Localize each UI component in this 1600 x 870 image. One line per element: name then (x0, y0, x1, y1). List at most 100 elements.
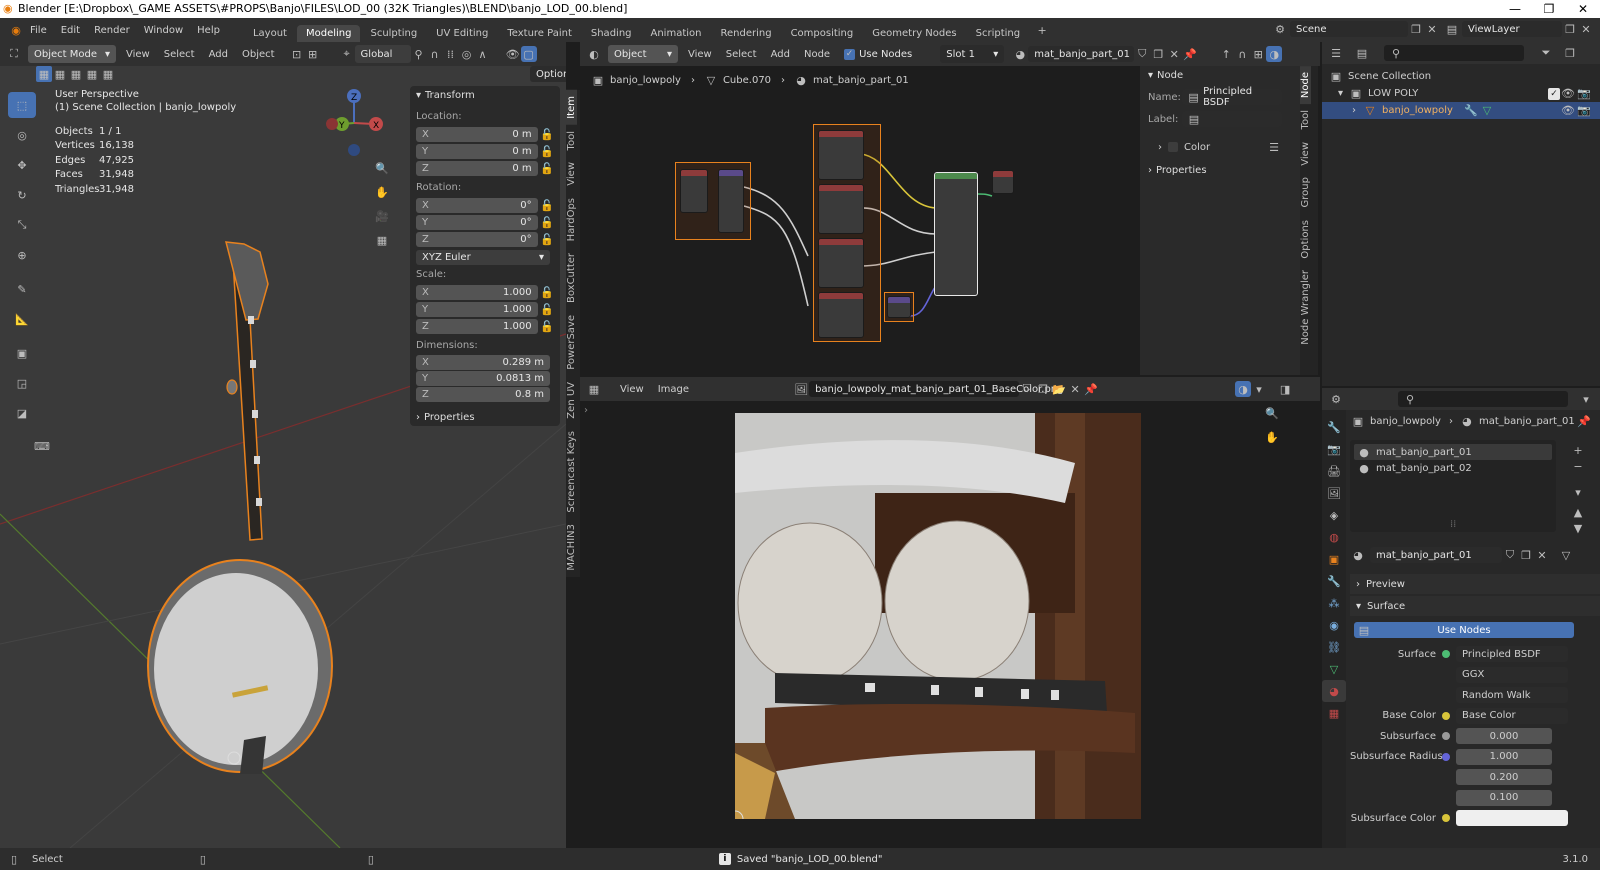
scale-x-field[interactable]: X 1.000 (416, 284, 538, 300)
workspace-tab-sculpting[interactable]: Sculpting (361, 25, 426, 42)
node-properties-toggle[interactable]: Properties (1156, 165, 1207, 176)
render-tab-icon[interactable]: 📷 (1322, 438, 1346, 460)
color-toggle[interactable]: Color (1184, 142, 1210, 153)
pan-hand-icon[interactable]: ✋ (374, 184, 390, 200)
unlink-material-icon[interactable]: ✕ (1534, 547, 1550, 563)
workspace-tab-rendering[interactable]: Rendering (711, 25, 780, 42)
fake-user-icon[interactable]: ⛉ (1019, 381, 1035, 397)
preview-panel-header[interactable]: › Preview (1350, 574, 1600, 594)
measure-tool-icon[interactable]: 📐 (8, 306, 36, 332)
material-selector[interactable]: mat_banjo_part_01 (1370, 547, 1502, 563)
image-texture-node-3[interactable] (818, 238, 864, 288)
visibility-icon[interactable]: 👁 (505, 46, 521, 62)
property-value-field[interactable] (1456, 810, 1568, 827)
output-tab-icon[interactable]: 🖨 (1322, 460, 1346, 482)
sidebar-toggle-icon[interactable]: ◨ (1277, 381, 1293, 397)
image-menu-image[interactable]: Image (658, 384, 689, 395)
zoom-icon[interactable]: 🔍 (1264, 405, 1280, 421)
outliner-row-banjo-lowpoly[interactable]: › ▽ banjo_lowpoly 🔧 ▽ 👁 📷 (1322, 102, 1600, 119)
node-name-field[interactable]: ▤ Principled BSDF (1182, 86, 1282, 108)
mapping-node[interactable] (718, 169, 744, 233)
cursor-tool-icon[interactable]: ◎ (8, 122, 36, 148)
scale-z-field[interactable]: Z 1.000 (416, 318, 538, 334)
sidebar-tab-zen-uv[interactable]: Zen UV (566, 376, 577, 425)
link-dropdown-icon[interactable]: ▽ (1558, 547, 1574, 563)
boxcutter-tool-icon[interactable]: ◲ (8, 370, 36, 396)
editor-type-icon[interactable]: ⛶ (6, 46, 22, 62)
editor-type-icon[interactable]: ◐ (586, 46, 602, 62)
fake-user-icon[interactable]: ⛉ (1134, 46, 1150, 62)
hardops-tool-icon[interactable]: ◪ (8, 400, 36, 426)
sidebar-tab-boxcutter[interactable]: BoxCutter (566, 247, 577, 309)
physics-tab-icon[interactable]: ◉ (1322, 614, 1346, 636)
camera-icon[interactable]: 🎥 (374, 208, 390, 224)
editor-type-icon[interactable]: ⚙ (1328, 391, 1344, 407)
duplicate-material-icon[interactable]: ❐ (1518, 547, 1534, 563)
magnet-icon[interactable]: ∩ (427, 46, 443, 62)
select-extend-icon[interactable]: ▦ (52, 66, 68, 82)
scene-selector[interactable]: Scene (1290, 21, 1408, 37)
display-mode-icon[interactable]: ▤ (1354, 45, 1370, 61)
surface-panel-header[interactable]: ▾ Surface (1350, 596, 1600, 616)
workspace-tab-modeling[interactable]: Modeling (296, 25, 361, 42)
workspace-tab-texture-paint[interactable]: Texture Paint (498, 25, 581, 42)
viewport-menu-view[interactable]: View (126, 49, 150, 60)
dimensions-y-field[interactable]: Y 0.0813 m (416, 371, 550, 386)
rotation-mode-dropdown[interactable]: XYZ Euler ▾ (416, 250, 550, 265)
options-dropdown[interactable]: Options▾ (530, 66, 566, 82)
workspace-tab-geometry-nodes[interactable]: Geometry Nodes (863, 25, 965, 42)
add-cube-tool-icon[interactable]: ▣ (8, 340, 36, 366)
lock-icon[interactable]: 🔓 (540, 231, 554, 247)
mode-dropdown[interactable]: Object Mode ▾ (28, 45, 116, 63)
lock-icon[interactable]: 🔓 (540, 318, 554, 334)
property-value-field[interactable]: 0.100 (1456, 789, 1552, 806)
menu-file[interactable]: File (30, 25, 47, 36)
delete-scene-icon[interactable]: ✕ (1424, 21, 1440, 37)
node-tab-group[interactable]: Group (1300, 171, 1311, 213)
properties-search[interactable]: ⚲ (1398, 391, 1568, 407)
color-checkbox[interactable] (1168, 142, 1178, 152)
zoom-icon[interactable]: 🔍 (374, 160, 390, 176)
proportional-icon[interactable]: ◎ (459, 46, 475, 62)
world-tab-icon[interactable]: ◍ (1322, 526, 1346, 548)
pan-hand-icon[interactable]: ✋ (1264, 429, 1280, 445)
shader-type-dropdown[interactable]: Object ▾ (608, 45, 678, 63)
overlay-icon[interactable]: ◑ (1266, 46, 1283, 62)
property-value-field[interactable]: 1.000 (1456, 748, 1552, 765)
slot-menu-icon[interactable]: ▾ (1570, 484, 1586, 500)
xray-icon[interactable]: ▢ (520, 46, 537, 62)
image-browse-icon[interactable]: 🖼 (793, 381, 809, 397)
image-editor[interactable]: ▦ View Image 🖼 banjo_lowpoly_mat_banjo_pa… (580, 377, 1320, 848)
transform-tool-icon[interactable]: ⊕ (8, 242, 36, 268)
new-image-icon[interactable]: ❐ (1035, 381, 1051, 397)
dimensions-z-field[interactable]: Z 0.8 m (416, 387, 550, 402)
texture-tab-icon[interactable]: ▦ (1322, 702, 1346, 724)
transform-properties-toggle[interactable]: Properties (424, 412, 475, 423)
material-tab-icon[interactable]: ◕ (1322, 680, 1346, 702)
location-x-field[interactable]: X 0 m (416, 126, 538, 142)
navigation-gizmo[interactable]: Z X Y (322, 88, 386, 158)
outliner-row-low-poly[interactable]: ▾ ▣ LOW POLY ✓ 👁 📷 (1322, 85, 1600, 102)
sidebar-tab-powersave[interactable]: PowerSave (566, 309, 577, 376)
minimize-button[interactable]: — (1498, 0, 1532, 18)
keymap-icon[interactable]: ⌨ (34, 438, 50, 454)
scene-tab-icon[interactable]: ◈ (1322, 504, 1346, 526)
move-down-icon[interactable]: ▼ (1570, 520, 1586, 536)
data-tab-icon[interactable]: ▽ (1322, 658, 1346, 680)
location-y-field[interactable]: Y 0 m (416, 143, 538, 159)
add-workspace-icon[interactable]: + (1034, 22, 1050, 38)
properties-editor[interactable]: ⚙ ⚲ ▾ 🔧 📷 🖨 🖼 ◈ ◍ ▣ 🔧 ⁂ ◉ ⛓ ▽ ◕ ▦ ▣ banj… (1322, 388, 1600, 848)
use-nodes-button[interactable]: ▤ Use Nodes (1354, 622, 1574, 638)
viewport-menu-select[interactable]: Select (164, 49, 195, 60)
sidebar-tab-machin3[interactable]: MACHIN3 (566, 518, 577, 577)
add-slot-icon[interactable]: + (1570, 442, 1586, 458)
visibility-eye-icon[interactable]: 👁 (1560, 103, 1576, 119)
material-slot-item[interactable]: ● mat_banjo_part_02 (1354, 460, 1552, 476)
pivot-icon[interactable]: ⚲ (411, 46, 427, 62)
node-tab-tool[interactable]: Tool (1300, 104, 1311, 135)
property-value-field[interactable]: Principled BSDF (1456, 646, 1568, 663)
outliner-search[interactable]: ⚲ (1384, 45, 1524, 61)
remove-slot-icon[interactable]: − (1570, 458, 1586, 474)
modifiers-tab-icon[interactable]: 🔧 (1322, 570, 1346, 592)
constraints-tab-icon[interactable]: ⛓ (1322, 636, 1346, 658)
